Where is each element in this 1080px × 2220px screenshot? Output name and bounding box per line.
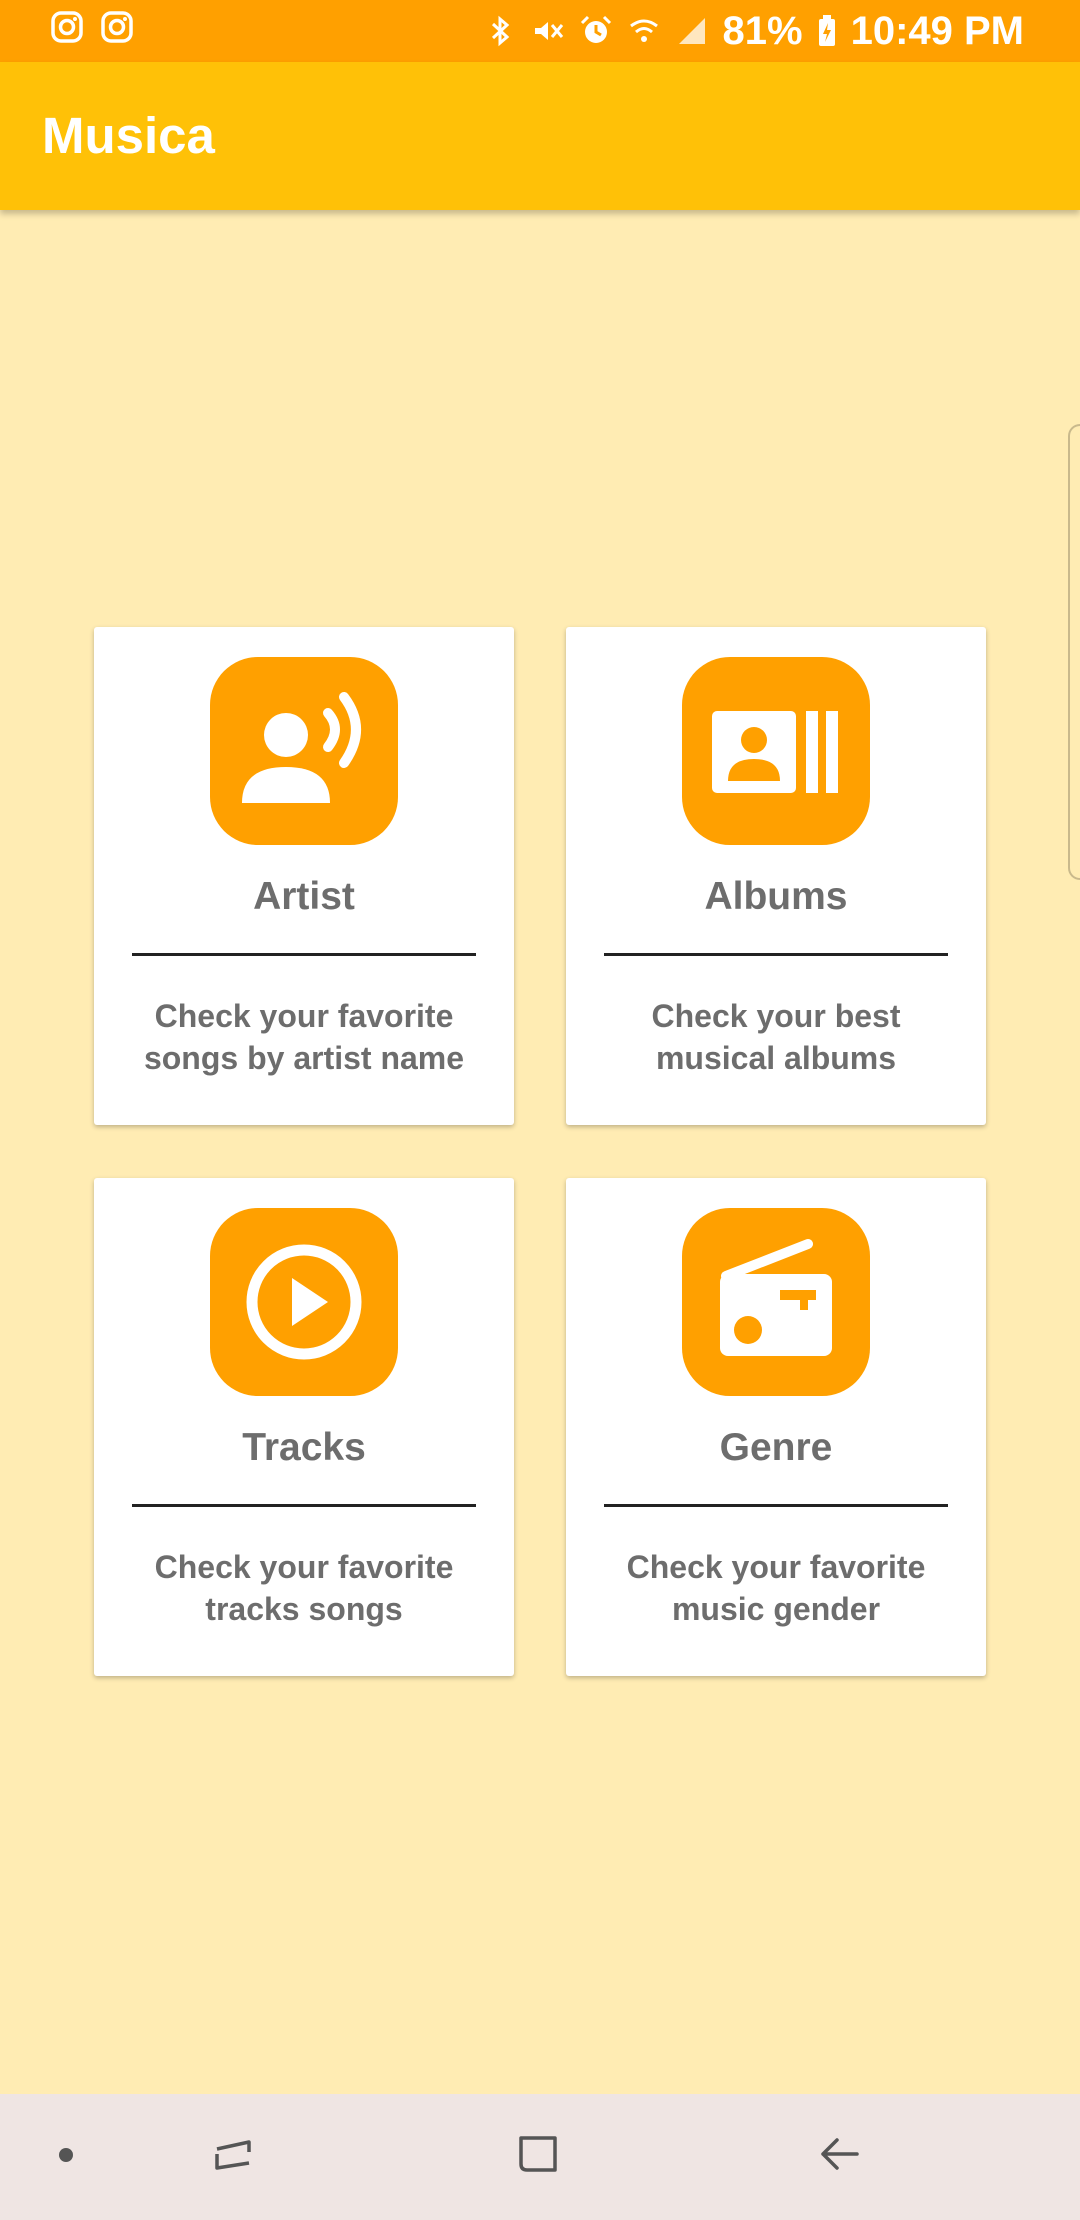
description-line: tracks songs bbox=[205, 1591, 403, 1627]
clock: 10:49 PM bbox=[850, 9, 1024, 53]
home-button[interactable] bbox=[498, 2094, 578, 2220]
nav-dot-button[interactable] bbox=[40, 2094, 92, 2220]
vibrate-icon bbox=[531, 14, 565, 48]
back-button[interactable] bbox=[800, 2094, 880, 2220]
status-bar: 81% 10:49 PM bbox=[0, 0, 1080, 62]
alarm-icon bbox=[579, 14, 613, 48]
card-description: Check your favorite songs by artist name bbox=[114, 995, 494, 1079]
radio-icon bbox=[682, 1208, 870, 1396]
recent-apps-button[interactable] bbox=[194, 2094, 274, 2220]
description-line: musical albums bbox=[655, 1040, 897, 1076]
app-title: Musica bbox=[42, 107, 215, 164]
albums-card[interactable]: Albums Check your best musical albums bbox=[566, 627, 986, 1125]
play-circle-icon bbox=[210, 1208, 398, 1396]
back-icon bbox=[815, 2130, 865, 2185]
instagram-icon bbox=[100, 10, 134, 44]
description-line: Check your favorite bbox=[154, 1549, 454, 1585]
card-title: Genre bbox=[719, 1426, 833, 1469]
signal-icon bbox=[675, 14, 709, 48]
home-icon bbox=[513, 2130, 563, 2185]
divider bbox=[132, 953, 476, 956]
description-line: Check your favorite bbox=[154, 998, 454, 1034]
recent-apps-icon bbox=[209, 2130, 259, 2185]
edge-panel-handle[interactable] bbox=[1068, 424, 1080, 880]
wifi-icon bbox=[627, 14, 661, 48]
battery-percent: 81% bbox=[722, 9, 803, 53]
description-line: songs by artist name bbox=[143, 1040, 465, 1076]
card-title: Tracks bbox=[242, 1426, 366, 1469]
card-title: Albums bbox=[704, 875, 848, 918]
description-line: Check your favorite bbox=[626, 1549, 926, 1585]
description-line: music gender bbox=[671, 1591, 881, 1627]
artist-icon bbox=[210, 657, 398, 845]
albums-icon bbox=[682, 657, 870, 845]
card-description: Check your favorite music gender bbox=[586, 1546, 966, 1630]
bluetooth-icon bbox=[483, 14, 517, 48]
card-title: Artist bbox=[253, 875, 355, 918]
description-line: Check your best bbox=[651, 998, 901, 1034]
card-description: Check your best musical albums bbox=[586, 995, 966, 1079]
divider bbox=[604, 1504, 948, 1507]
divider bbox=[132, 1504, 476, 1507]
tracks-card[interactable]: Tracks Check your favorite tracks songs bbox=[94, 1178, 514, 1676]
battery-charging-icon bbox=[817, 14, 837, 48]
navigation-bar bbox=[0, 2094, 1080, 2220]
divider bbox=[604, 953, 948, 956]
instagram-icon bbox=[50, 10, 84, 44]
artist-card[interactable]: Artist Check your favorite songs by arti… bbox=[94, 627, 514, 1125]
card-description: Check your favorite tracks songs bbox=[114, 1546, 494, 1630]
genre-card[interactable]: Genre Check your favorite music gender bbox=[566, 1178, 986, 1676]
app-bar: Musica bbox=[0, 62, 1080, 210]
dot-icon bbox=[56, 2145, 76, 2170]
